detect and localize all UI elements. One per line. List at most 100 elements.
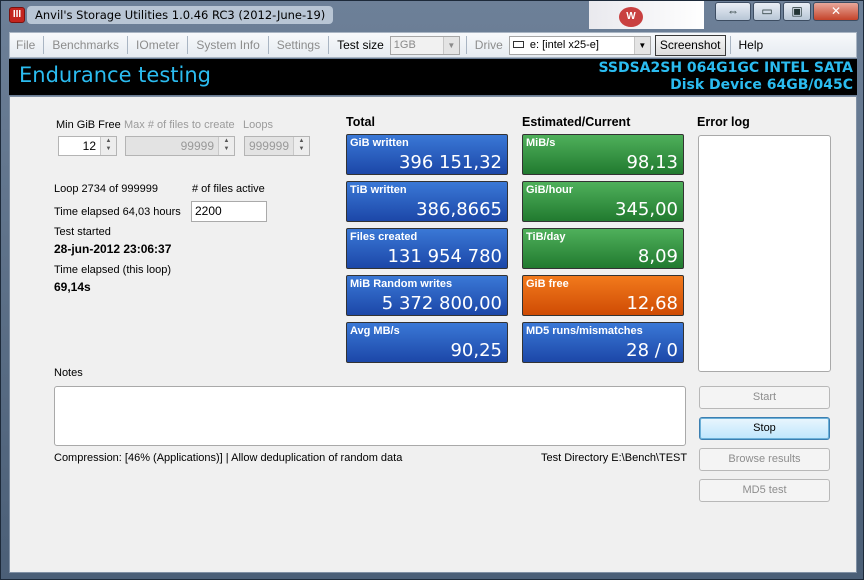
tile-label: GiB written xyxy=(350,137,409,149)
menu-settings[interactable]: Settings xyxy=(271,38,326,52)
header-band: Endurance testing SSDSA2SH 064G1GC INTEL… xyxy=(9,59,857,95)
up-down-arrows-icon[interactable]: ▲ ▼ xyxy=(100,137,116,155)
tile-label: TiB written xyxy=(350,184,407,196)
tile-avg-mbps: Avg MB/s 90,25 xyxy=(346,322,508,363)
loop-elapsed-label: Time elapsed (this loop) xyxy=(54,264,171,276)
files-active-label: # of files active xyxy=(192,183,265,195)
drive-select[interactable]: e: [intel x25-e] ▼ xyxy=(508,35,651,55)
tile-label: Avg MB/s xyxy=(350,325,400,337)
device-name-line1: SSDSA2SH 064G1GC INTEL SATA xyxy=(598,60,853,76)
start-button[interactable]: Start xyxy=(699,386,830,409)
drive-value: e: [intel x25-e] xyxy=(529,38,599,51)
test-size-select[interactable]: 1GB ▼ xyxy=(389,35,460,55)
screenshot-button[interactable]: Screenshot xyxy=(654,34,726,56)
menu-file[interactable]: File xyxy=(10,38,41,52)
tile-label: GiB free xyxy=(526,278,569,290)
menu-iometer[interactable]: IOmeter xyxy=(130,38,185,52)
loops-stepper[interactable]: 999999 ▲ ▼ xyxy=(244,136,310,156)
tile-mib-random-writes: MiB Random writes 5 372 800,00 xyxy=(346,275,508,316)
device-name-line2: Disk Device 64GB/045C xyxy=(670,77,853,93)
files-active-field[interactable]: 2200 xyxy=(191,201,267,222)
tile-value: 396 151,32 xyxy=(398,152,502,173)
chevron-down-icon: ▼ xyxy=(442,36,459,54)
notes-label: Notes xyxy=(54,367,83,379)
test-size-label: Test size xyxy=(337,38,384,52)
title-bar-artwork: W xyxy=(589,1,704,29)
loops-value: 999999 xyxy=(248,139,289,153)
tile-label: Files created xyxy=(350,231,418,243)
tile-tib-per-day: TiB/day 8,09 xyxy=(522,228,684,269)
max-files-label: Max # of files to create xyxy=(124,119,235,131)
page-title: Endurance testing xyxy=(19,63,211,87)
tile-gib-written: GiB written 396 151,32 xyxy=(346,134,508,175)
caption-buttons: ⇔ ▭ ▣ ✕ xyxy=(713,2,859,22)
tile-files-created: Files created 131 954 780 xyxy=(346,228,508,269)
menu-bar: File Benchmarks IOmeter System Info Sett… xyxy=(9,32,857,58)
max-files-stepper[interactable]: 99999 ▲ ▼ xyxy=(125,136,235,156)
tile-value: 386,8665 xyxy=(416,199,502,220)
tile-value: 131 954 780 xyxy=(387,246,502,267)
test-started-label: Test started xyxy=(54,226,111,238)
tile-value: 5 372 800,00 xyxy=(381,293,502,314)
menu-separator xyxy=(328,36,330,54)
menu-separator xyxy=(465,36,467,54)
menu-separator xyxy=(267,36,269,54)
tile-tib-written: TiB written 386,8665 xyxy=(346,181,508,222)
title-bar[interactable]: III Anvil's Storage Utilities 1.0.46 RC3… xyxy=(1,1,863,29)
tile-mibps: MiB/s 98,13 xyxy=(522,134,684,175)
tile-label: MiB Random writes xyxy=(350,278,453,290)
time-elapsed: Time elapsed 64,03 hours xyxy=(54,206,181,218)
restore-arrows-icon[interactable]: ⇔ xyxy=(715,2,751,21)
up-down-arrows-icon[interactable]: ▲ ▼ xyxy=(218,137,234,155)
tile-label: TiB/day xyxy=(526,231,566,243)
maximize-button[interactable]: ▣ xyxy=(783,2,811,21)
emblem-icon: W xyxy=(619,7,643,27)
error-log-box[interactable] xyxy=(698,135,831,372)
close-button[interactable]: ✕ xyxy=(813,2,859,21)
tile-value: 345,00 xyxy=(615,199,678,220)
menu-benchmarks[interactable]: Benchmarks xyxy=(46,38,125,52)
menu-separator xyxy=(187,36,189,54)
app-window: III Anvil's Storage Utilities 1.0.46 RC3… xyxy=(0,0,864,580)
min-gib-free-stepper[interactable]: 12 ▲ ▼ xyxy=(58,136,117,156)
loop-counter: Loop 2734 of 999999 xyxy=(54,183,158,195)
drive-label: Drive xyxy=(474,38,503,52)
total-heading: Total xyxy=(346,115,375,129)
window-title: Anvil's Storage Utilities 1.0.46 RC3 (20… xyxy=(27,6,334,24)
tile-label: MD5 runs/mismatches xyxy=(526,325,643,337)
up-down-arrows-icon[interactable]: ▲ ▼ xyxy=(293,137,309,155)
tile-value: 98,13 xyxy=(626,152,678,173)
menu-separator xyxy=(729,36,731,54)
chevron-down-icon: ▼ xyxy=(633,36,650,54)
tile-md5-runs: MD5 runs/mismatches 28 / 0 xyxy=(522,322,684,363)
test-size-value: 1GB xyxy=(393,38,416,51)
tile-gib-free: GiB free 12,68 xyxy=(522,275,684,316)
app-icon: III xyxy=(9,7,25,23)
compression-info: Compression: [46% (Applications)] | Allo… xyxy=(54,452,403,464)
minimize-button[interactable]: ▭ xyxy=(753,2,781,21)
tile-value: 28 / 0 xyxy=(626,340,678,361)
tile-label: MiB/s xyxy=(526,137,556,149)
min-gib-free-value: 12 xyxy=(82,139,96,153)
estimated-heading: Estimated/Current xyxy=(522,115,631,129)
tile-value: 90,25 xyxy=(450,340,502,361)
tile-gib-per-hour: GiB/hour 345,00 xyxy=(522,181,684,222)
error-log-heading: Error log xyxy=(697,115,750,129)
menu-help[interactable]: Help xyxy=(733,38,770,52)
md5-test-button[interactable]: MD5 test xyxy=(699,479,830,502)
min-gib-free-label: Min GiB Free xyxy=(56,119,121,131)
tile-label: GiB/hour xyxy=(526,184,574,196)
stop-button[interactable]: Stop xyxy=(699,417,830,440)
tile-value: 8,09 xyxy=(637,246,678,267)
loops-label: Loops xyxy=(243,119,273,131)
drive-icon xyxy=(512,41,524,49)
browse-results-button[interactable]: Browse results xyxy=(699,448,830,471)
tile-value: 12,68 xyxy=(626,293,678,314)
menu-separator xyxy=(43,36,45,54)
main-content: Min GiB Free Max # of files to create Lo… xyxy=(9,96,857,573)
max-files-value: 99999 xyxy=(180,139,214,153)
menu-separator xyxy=(127,36,129,54)
loop-elapsed-value: 69,14s xyxy=(54,280,91,294)
notes-textarea[interactable] xyxy=(54,386,686,446)
menu-system-info[interactable]: System Info xyxy=(190,38,265,52)
